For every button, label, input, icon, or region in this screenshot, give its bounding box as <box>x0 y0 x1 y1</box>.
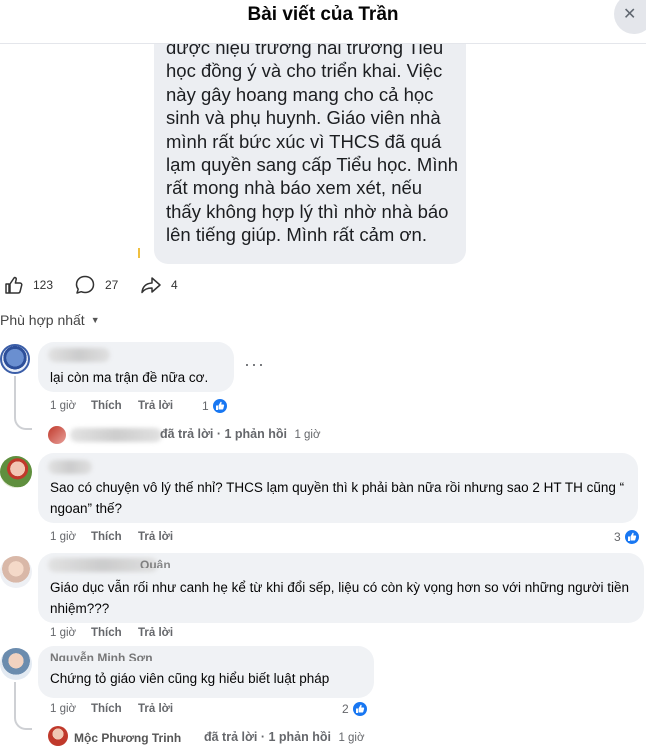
comment-text: lại còn ma trận đề nữa cơ. <box>50 370 209 385</box>
view-replies-link[interactable]: đã trả lời · 1 phản hồi 1 giờ <box>204 730 365 744</box>
comment-time[interactable]: 1 giờ <box>50 531 76 543</box>
replies-summary: đã trả lời · 1 phản hồi <box>160 427 287 441</box>
share-icon <box>141 277 161 294</box>
avatar[interactable] <box>0 556 32 588</box>
edge-marker <box>138 248 140 258</box>
comment-text: Sao có chuyện vô lý thế nhỉ? THCS lạm qu… <box>50 480 625 516</box>
comment-icon <box>75 275 95 294</box>
comment-author-redacted[interactable] <box>48 348 110 362</box>
avatar[interactable] <box>0 344 30 374</box>
like-comment-button[interactable]: Thích <box>91 400 122 412</box>
reply-button[interactable]: Trả lời <box>138 531 173 543</box>
close-icon: ✕ <box>623 6 637 23</box>
post-header: Bài viết của Trần ✕ <box>0 0 646 44</box>
comment-meta: 1 giờ Thích Trả lời <box>50 627 250 643</box>
view-replies-link[interactable]: đã trả lời · 1 phản hồi 1 giờ <box>160 427 321 441</box>
comment-meta: 1 giờ Thích Trả lời <box>50 703 250 719</box>
comment-author-redacted[interactable] <box>48 460 92 474</box>
reply-button[interactable]: Trả lời <box>138 703 173 715</box>
comment-meta: 1 giờ Thích Trả lời <box>50 531 250 547</box>
like-reaction-icon <box>350 700 369 718</box>
reply-author[interactable]: Mộc Phương Trinh <box>74 731 181 746</box>
reply-author-redacted[interactable] <box>70 428 162 442</box>
like-reaction-icon <box>210 397 229 415</box>
avatar[interactable] <box>0 648 32 680</box>
like-count: 123 <box>33 278 54 292</box>
comment-text: Giáo dục vẫn rối như canh hẹ kể từ khi đ… <box>50 580 630 616</box>
avatar[interactable] <box>0 456 32 488</box>
thread-connector <box>14 416 32 430</box>
comment-author[interactable]: Nguyễn Minh Sơn <box>50 651 153 661</box>
comment-reactions[interactable]: 1 <box>202 397 229 415</box>
page-title: Bài viết của Trần <box>247 4 399 25</box>
reply-button[interactable]: Trả lời <box>138 627 173 639</box>
comment-time[interactable]: 1 giờ <box>50 627 76 639</box>
reply-button[interactable]: Trả lời <box>138 400 173 412</box>
reaction-count: 1 <box>202 399 209 413</box>
comment-time[interactable]: 1 giờ <box>50 400 76 412</box>
like-reaction-icon <box>622 528 641 546</box>
comment-count: 27 <box>105 278 119 292</box>
comment-button[interactable]: 27 <box>74 272 118 298</box>
like-comment-button[interactable]: Thích <box>91 531 122 543</box>
more-options-icon[interactable]: ··· <box>244 354 265 375</box>
comment-time[interactable]: 1 giờ <box>50 703 76 715</box>
sort-label: Phù hợp nhất <box>0 312 85 328</box>
avatar[interactable] <box>48 426 66 444</box>
comment-author-partial[interactable]: Quân <box>140 558 171 568</box>
replies-time: 1 giờ <box>338 732 365 744</box>
reaction-count: 2 <box>342 702 349 716</box>
close-button[interactable]: ✕ <box>614 0 646 34</box>
post-text-bubble: được hiệu trưởng hai trường Tiểu học đồn… <box>154 18 466 264</box>
avatar[interactable] <box>48 726 68 746</box>
share-count: 4 <box>171 278 178 292</box>
like-button[interactable]: 123 <box>4 272 53 298</box>
reaction-count: 3 <box>614 530 621 544</box>
post-actions: 123 27 4 <box>0 272 300 298</box>
comment-text: Chứng tỏ giáo viên cũng kg hiểu biết luậ… <box>50 671 330 686</box>
thread-line <box>14 682 16 718</box>
thread-connector <box>14 716 32 730</box>
comment-reactions[interactable]: 2 <box>342 700 369 718</box>
comment-reactions[interactable]: 3 <box>614 528 641 546</box>
replies-time: 1 giờ <box>294 429 321 441</box>
replies-summary: đã trả lời · 1 phản hồi <box>204 730 331 744</box>
chevron-down-icon: ▼ <box>90 315 100 325</box>
thread-line <box>14 376 16 418</box>
comment-sort-dropdown[interactable]: Phù hợp nhất ▼ <box>0 312 100 328</box>
thumbs-up-icon <box>5 276 23 294</box>
like-comment-button[interactable]: Thích <box>91 703 122 715</box>
share-button[interactable]: 4 <box>140 272 178 298</box>
post-body: được hiệu trưởng hai trường Tiểu học đồn… <box>166 37 459 246</box>
like-comment-button[interactable]: Thích <box>91 627 122 639</box>
